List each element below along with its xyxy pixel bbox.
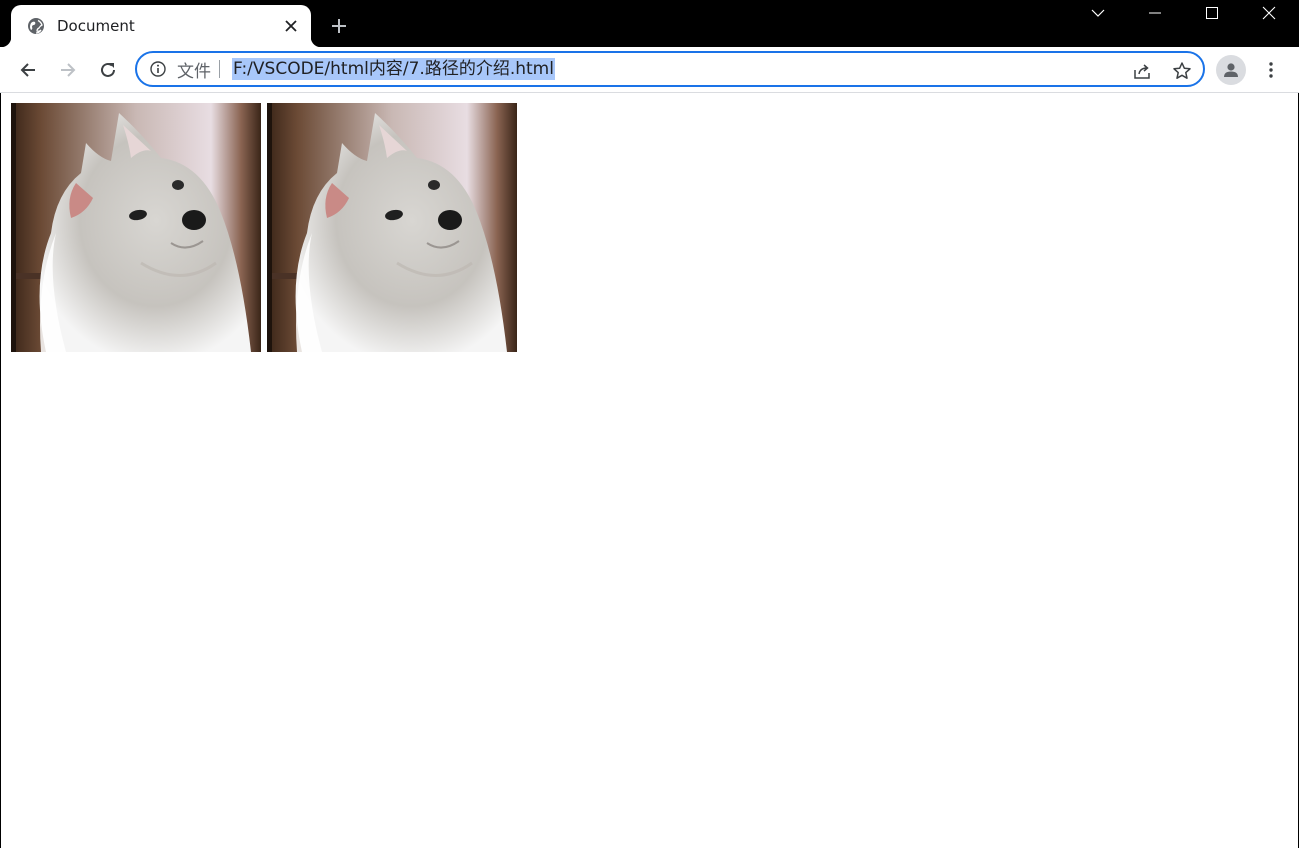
toolbar: 文件 F:/VSCODE/html内容/7.路径的介绍.html (0, 47, 1299, 93)
dog-image (11, 103, 261, 352)
close-window-icon (1262, 6, 1276, 20)
globe-icon (27, 17, 45, 35)
back-button[interactable] (12, 54, 44, 86)
share-icon[interactable] (1130, 59, 1154, 83)
tab-search-icon (1091, 9, 1105, 17)
close-window-button[interactable] (1247, 0, 1291, 26)
url-text[interactable]: F:/VSCODE/html内容/7.路径的介绍.html (232, 58, 555, 80)
close-icon[interactable] (281, 16, 301, 36)
star-icon[interactable] (1170, 59, 1194, 83)
page-viewport (0, 93, 1299, 848)
minimize-icon (1149, 12, 1161, 14)
tab-document[interactable]: Document (1, 5, 321, 47)
person-icon (1224, 63, 1238, 77)
divider (219, 60, 220, 78)
dog-image (267, 103, 517, 352)
reload-button[interactable] (92, 54, 124, 86)
maximize-button[interactable] (1190, 0, 1234, 26)
new-tab-button[interactable] (326, 13, 352, 39)
info-icon[interactable] (149, 60, 167, 78)
menu-button[interactable] (1259, 55, 1283, 85)
scheme-label: 文件 (177, 61, 211, 82)
profile-avatar[interactable] (1216, 55, 1246, 85)
tab-strip: Document (0, 0, 1299, 47)
back-arrow-icon (20, 63, 35, 77)
tab-title: Document (57, 17, 135, 35)
forward-button[interactable] (52, 54, 84, 86)
plus-icon (332, 19, 346, 33)
maximize-icon (1206, 7, 1218, 19)
tab-search-button[interactable] (1076, 0, 1120, 26)
more-vert-icon (1269, 62, 1273, 78)
reload-icon (101, 62, 115, 77)
address-bar[interactable]: 文件 F:/VSCODE/html内容/7.路径的介绍.html (135, 51, 1205, 87)
minimize-button[interactable] (1133, 0, 1177, 26)
forward-arrow-icon (61, 63, 76, 77)
